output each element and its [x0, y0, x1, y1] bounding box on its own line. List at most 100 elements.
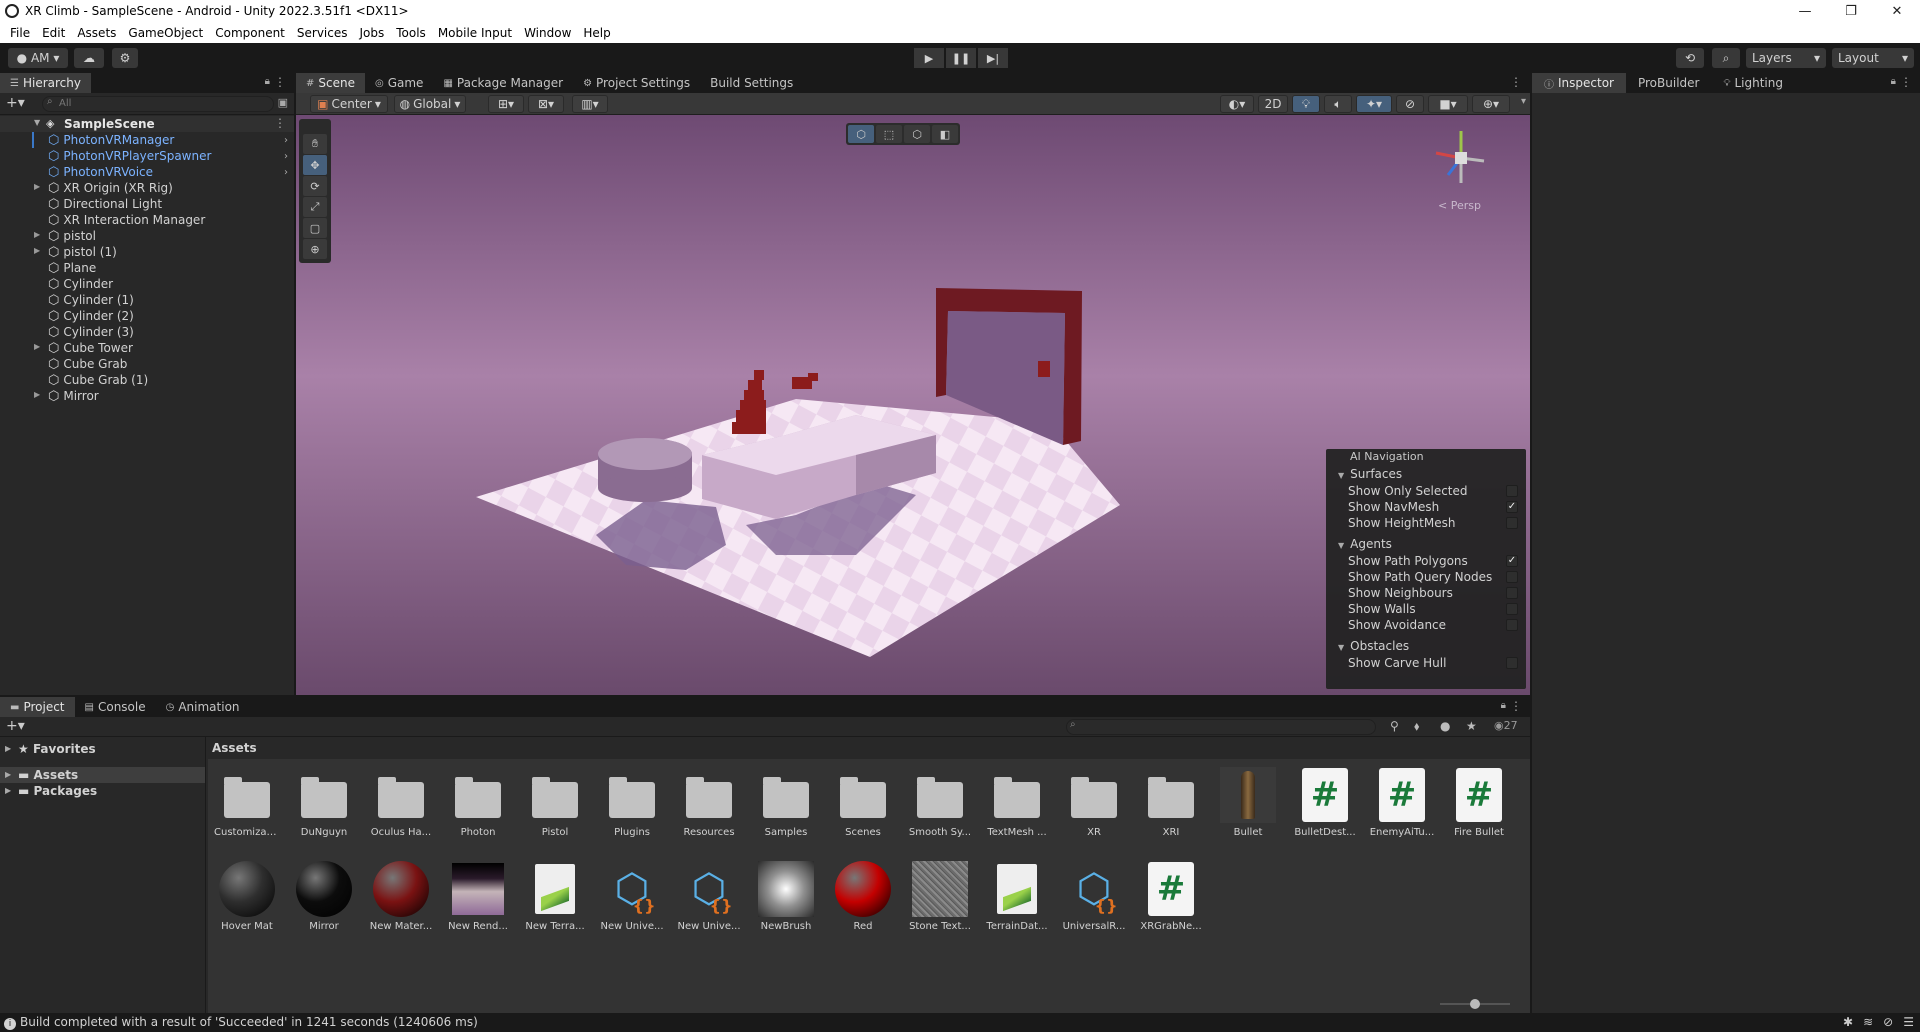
hierarchy-item[interactable]: ▶ ⬡ Cube Tower [0, 340, 294, 356]
maximize-button[interactable]: ❐ [1828, 0, 1874, 22]
hierarchy-item[interactable]: ▶ ⬡ pistol (1) [0, 244, 294, 260]
lighting-toggle[interactable]: 💡︎ [1292, 95, 1320, 113]
cloud-button[interactable]: ☁ [74, 48, 104, 68]
asset-item[interactable]: New Terra... [522, 861, 588, 932]
move-tool-button[interactable]: ✥ [303, 155, 327, 175]
fold-closed-icon[interactable]: ▶ [34, 230, 40, 239]
draw-mode-dropdown[interactable]: ◐▾ [1220, 95, 1254, 113]
kebab-menu-icon[interactable]: ⋮ [274, 75, 286, 89]
ai-nav-section-header[interactable]: ▼ Agents [1326, 535, 1526, 553]
hierarchy-item[interactable]: ⬡ PhotonVRVoice › [0, 164, 294, 180]
notifications-icon[interactable]: ☰ [1903, 1013, 1914, 1032]
debug-icon[interactable]: ✱ [1843, 1013, 1853, 1032]
fold-closed-icon[interactable]: ▶ [34, 182, 40, 191]
edge-mode-button[interactable]: ⬡ [904, 125, 930, 143]
hierarchy-item[interactable]: ⬡ Cylinder (1) [0, 292, 294, 308]
asset-item[interactable]: Pistol [522, 767, 588, 838]
pivot-dropdown[interactable]: ▣ Center ▾ [310, 95, 388, 113]
thumbnail-size-slider[interactable] [1440, 999, 1510, 1009]
menu-window[interactable]: Window [518, 26, 577, 40]
search-button[interactable]: ⌕ [1712, 48, 1740, 68]
asset-item[interactable]: ⬡{} New Unive... [676, 861, 742, 932]
effects-toggle[interactable]: ✦▾ [1356, 95, 1392, 113]
ai-nav-checkbox[interactable] [1506, 619, 1518, 631]
status-message[interactable]: Build completed with a result of 'Succee… [20, 1015, 478, 1029]
layout-dropdown[interactable]: Layout ▾ [1832, 48, 1914, 68]
play-button[interactable]: ▶ [914, 48, 944, 68]
vertex-mode-button[interactable]: ⬚ [876, 125, 902, 143]
ai-nav-section-header[interactable]: ▼ Obstacles [1326, 637, 1526, 655]
rect-tool-button[interactable]: ▢ [303, 218, 327, 238]
asset-item[interactable]: Photon [445, 767, 511, 838]
tab-build-settings[interactable]: Build Settings [700, 73, 803, 93]
close-button[interactable]: ✕ [1874, 0, 1920, 22]
asset-item[interactable]: # XRGrabNe... [1138, 861, 1204, 932]
asset-item[interactable]: New Rend... [445, 861, 511, 932]
asset-item[interactable]: # BulletDest... [1292, 767, 1358, 838]
audio-toggle[interactable]: 🔈︎ [1324, 95, 1352, 113]
ai-nav-checkbox[interactable]: ✓ [1506, 501, 1518, 513]
ai-nav-checkbox[interactable] [1506, 657, 1518, 669]
tab-console[interactable]: ▤ Console [75, 697, 156, 717]
scale-tool-button[interactable]: ⤢ [303, 197, 327, 217]
tab-game[interactable]: ◎ Game [365, 73, 433, 93]
add-object-button[interactable]: +▾ [6, 95, 25, 111]
tab-project[interactable]: ▬ Project [0, 697, 75, 717]
hierarchy-item[interactable]: ⬡ Cube Grab [0, 356, 294, 372]
grid-snap-button[interactable]: ⊞▾ [488, 95, 524, 113]
toggle-2d-button[interactable]: 2D [1258, 95, 1288, 113]
hierarchy-item[interactable]: ⬡ Cylinder (3) [0, 324, 294, 340]
chevron-down-icon[interactable]: ▾ [1521, 96, 1526, 107]
fold-closed-icon[interactable]: ▶ [34, 390, 40, 399]
projection-label[interactable]: < Persp [1438, 199, 1481, 212]
step-button[interactable]: ▶| [978, 48, 1008, 68]
lock-icon[interactable]: 🔒︎ [1501, 700, 1506, 711]
asset-item[interactable]: NewBrush [753, 861, 819, 932]
asset-item[interactable]: ⬡{} New Unive... [599, 861, 665, 932]
open-prefab-icon[interactable]: › [284, 167, 288, 178]
undo-history-button[interactable]: ⟲ [1676, 48, 1704, 68]
space-dropdown[interactable]: ◍ Global ▾ [394, 95, 466, 113]
kebab-menu-icon[interactable]: ⋮ [1900, 75, 1912, 89]
ai-nav-checkbox[interactable] [1506, 571, 1518, 583]
object-mode-button[interactable]: ⬡ [848, 125, 874, 143]
menu-help[interactable]: Help [577, 26, 616, 40]
asset-item[interactable]: XR [1061, 767, 1127, 838]
hierarchy-item[interactable]: ⬡ PhotonVRManager › [0, 132, 294, 148]
tree-item-packages[interactable]: ▶ ▬ Packages [0, 783, 205, 799]
menu-jobs[interactable]: Jobs [354, 26, 391, 40]
ai-nav-checkbox[interactable] [1506, 587, 1518, 599]
asset-item[interactable]: Scenes [830, 767, 896, 838]
menu-assets[interactable]: Assets [71, 26, 122, 40]
asset-item[interactable]: New Mater... [368, 861, 434, 932]
tab-animation[interactable]: ◷ Animation [156, 697, 250, 717]
tab-inspector[interactable]: ⓘ Inspector [1532, 73, 1626, 93]
fold-closed-icon[interactable]: ▶ [34, 246, 40, 255]
layers-dropdown[interactable]: Layers ▾ [1746, 48, 1826, 68]
hierarchy-search-input[interactable]: All [42, 96, 274, 112]
scene-visibility-icon[interactable]: ▣ [278, 96, 288, 109]
menu-file[interactable]: File [4, 26, 36, 40]
hierarchy-item[interactable]: ▶ ⬡ Mirror [0, 388, 294, 404]
scene-header-row[interactable]: ▼ ◈ SampleScene ⋮ [0, 116, 294, 132]
ai-nav-checkbox[interactable]: ✓ [1506, 555, 1518, 567]
menu-mobile-input[interactable]: Mobile Input [432, 26, 518, 40]
orientation-gizmo[interactable]: < Persp [1426, 123, 1496, 213]
asset-item[interactable]: Hover Mat [214, 861, 280, 932]
collab-settings-button[interactable]: ⚙ [112, 48, 138, 68]
tab-probuilder[interactable]: ProBuilder [1626, 73, 1711, 93]
tab-hierarchy[interactable]: ☰ Hierarchy [0, 73, 91, 93]
pause-button[interactable]: ❚❚ [946, 48, 976, 68]
asset-item[interactable]: TerrainDat... [984, 861, 1050, 932]
tab-project-settings[interactable]: ⚙ Project Settings [573, 73, 700, 93]
menu-component[interactable]: Component [209, 26, 291, 40]
menu-services[interactable]: Services [291, 26, 354, 40]
hierarchy-item[interactable]: ⬡ Cube Grab (1) [0, 372, 294, 388]
network-icon[interactable]: ⊘ [1883, 1013, 1893, 1032]
asset-item[interactable]: # EnemyAiTu... [1369, 767, 1435, 838]
import-log-icon[interactable]: ● [1440, 719, 1450, 733]
menu-tools[interactable]: Tools [390, 26, 432, 40]
asset-item[interactable]: Samples [753, 767, 819, 838]
hidden-objects-toggle[interactable]: ⊘ [1396, 95, 1424, 113]
hierarchy-item[interactable]: ⬡ Plane [0, 260, 294, 276]
